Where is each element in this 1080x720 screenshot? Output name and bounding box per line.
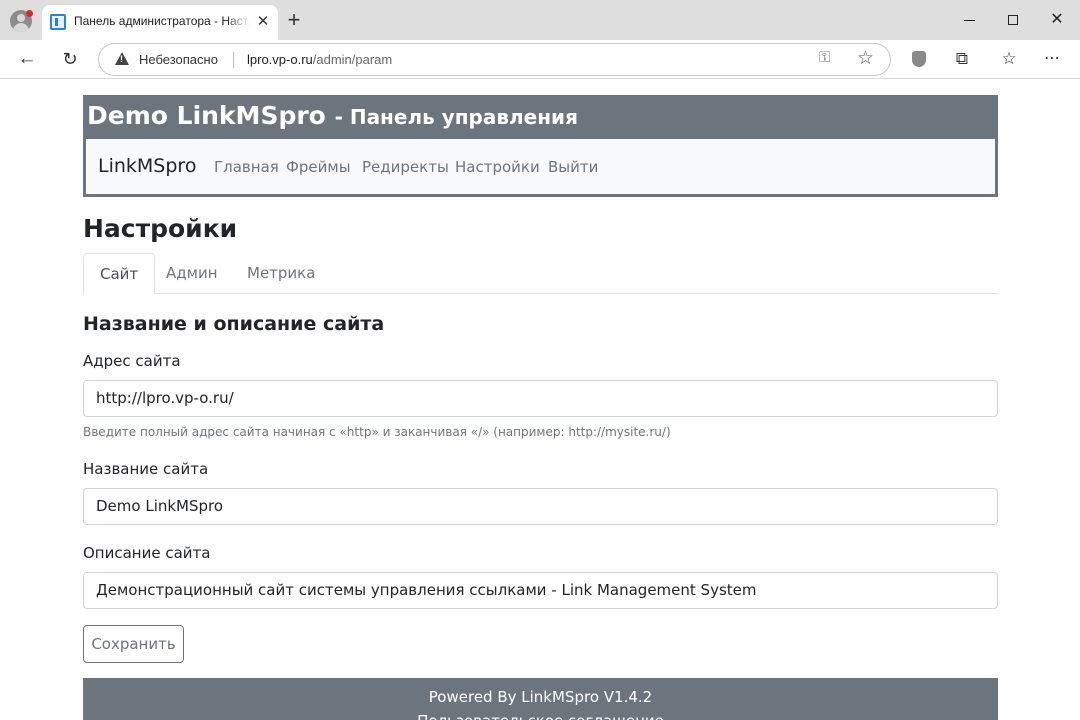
nav-link-logout[interactable]: Выйти <box>548 158 598 176</box>
favorites-icon[interactable]: ☆ <box>998 48 1020 70</box>
address-divider <box>233 52 234 68</box>
user-agreement-link[interactable]: Пользовательское соглашение <box>83 712 998 720</box>
minimize-button[interactable] <box>958 8 982 32</box>
tab-site[interactable]: Сайт <box>83 253 156 295</box>
nav-link-redirects[interactable]: Редиректы <box>362 158 449 176</box>
url-text[interactable]: lpro.vp-o.ru/admin/param <box>247 52 392 67</box>
navbar-brand[interactable]: LinkMSpro <box>98 155 196 177</box>
tab-admin[interactable]: Админ <box>150 253 234 294</box>
section-title: Название и описание сайта <box>83 313 385 335</box>
key-icon[interactable]: ⚿ <box>819 49 830 66</box>
star-icon[interactable]: ☆ <box>857 47 874 70</box>
footer: Powered By LinkMSpro V1.4.2 Пользователь… <box>83 678 998 720</box>
site-name-input[interactable]: Demo LinkMSpro <box>83 488 998 525</box>
site-address-help: Введите полный адрес сайта начиная с «ht… <box>83 425 671 439</box>
page-title: Настройки <box>83 214 238 243</box>
site-name-label: Название сайта <box>83 460 209 478</box>
favicon-icon <box>50 14 66 30</box>
save-button[interactable]: Сохранить <box>83 625 184 663</box>
site-address-input[interactable]: http://lpro.vp-o.ru/ <box>83 380 998 417</box>
maximize-button[interactable] <box>1001 8 1025 32</box>
browser-toolbar: ← ↻ Небезопасно lpro.vp-o.ru/admin/param… <box>0 40 1080 79</box>
address-bar[interactable]: Небезопасно lpro.vp-o.ru/admin/param ⚿ ☆ <box>98 43 891 76</box>
settings-tabs: Сайт Админ Метрика <box>83 253 998 295</box>
new-tab-button[interactable]: + <box>283 9 305 31</box>
powered-by-text: Powered By LinkMSpro V1.4.2 <box>428 688 653 706</box>
shield-icon[interactable] <box>908 48 930 70</box>
site-address-label: Адрес сайта <box>83 352 181 370</box>
page-content: Demo LinkMSpro - Панель управления LinkM… <box>0 80 1080 720</box>
close-tab-icon[interactable]: ✕ <box>254 13 272 31</box>
reload-icon[interactable]: ↻ <box>59 48 81 70</box>
browser-tab[interactable]: Панель администратора - Настройки ✕ <box>42 5 278 40</box>
security-status[interactable]: Небезопасно <box>139 52 218 67</box>
more-icon[interactable]: ⋯ <box>1041 48 1063 70</box>
nav-link-home[interactable]: Главная <box>214 158 279 176</box>
close-window-button[interactable]: ✕ <box>1045 8 1069 32</box>
extensions-icon[interactable]: ⧉ <box>951 48 973 70</box>
site-description-label: Описание сайта <box>83 544 211 562</box>
site-description-input[interactable]: Демонстрационный сайт системы управления… <box>83 572 998 609</box>
back-icon[interactable]: ← <box>16 48 38 70</box>
warning-icon[interactable] <box>115 52 129 65</box>
nav-link-settings[interactable]: Настройки <box>455 158 540 176</box>
site-heading: Demo LinkMSpro - Панель управления <box>87 101 578 130</box>
tab-title: Панель администратора - Настройки <box>74 14 250 28</box>
tab-metrika[interactable]: Метрика <box>231 253 331 294</box>
notification-dot <box>26 10 33 17</box>
navbar: LinkMSpro Главная Фреймы Редиректы Настр… <box>86 139 995 194</box>
nav-link-frames[interactable]: Фреймы <box>286 158 351 176</box>
admin-header: Demo LinkMSpro - Панель управления LinkM… <box>83 95 998 197</box>
browser-tab-bar: Панель администратора - Настройки ✕ + ✕ <box>0 0 1080 40</box>
